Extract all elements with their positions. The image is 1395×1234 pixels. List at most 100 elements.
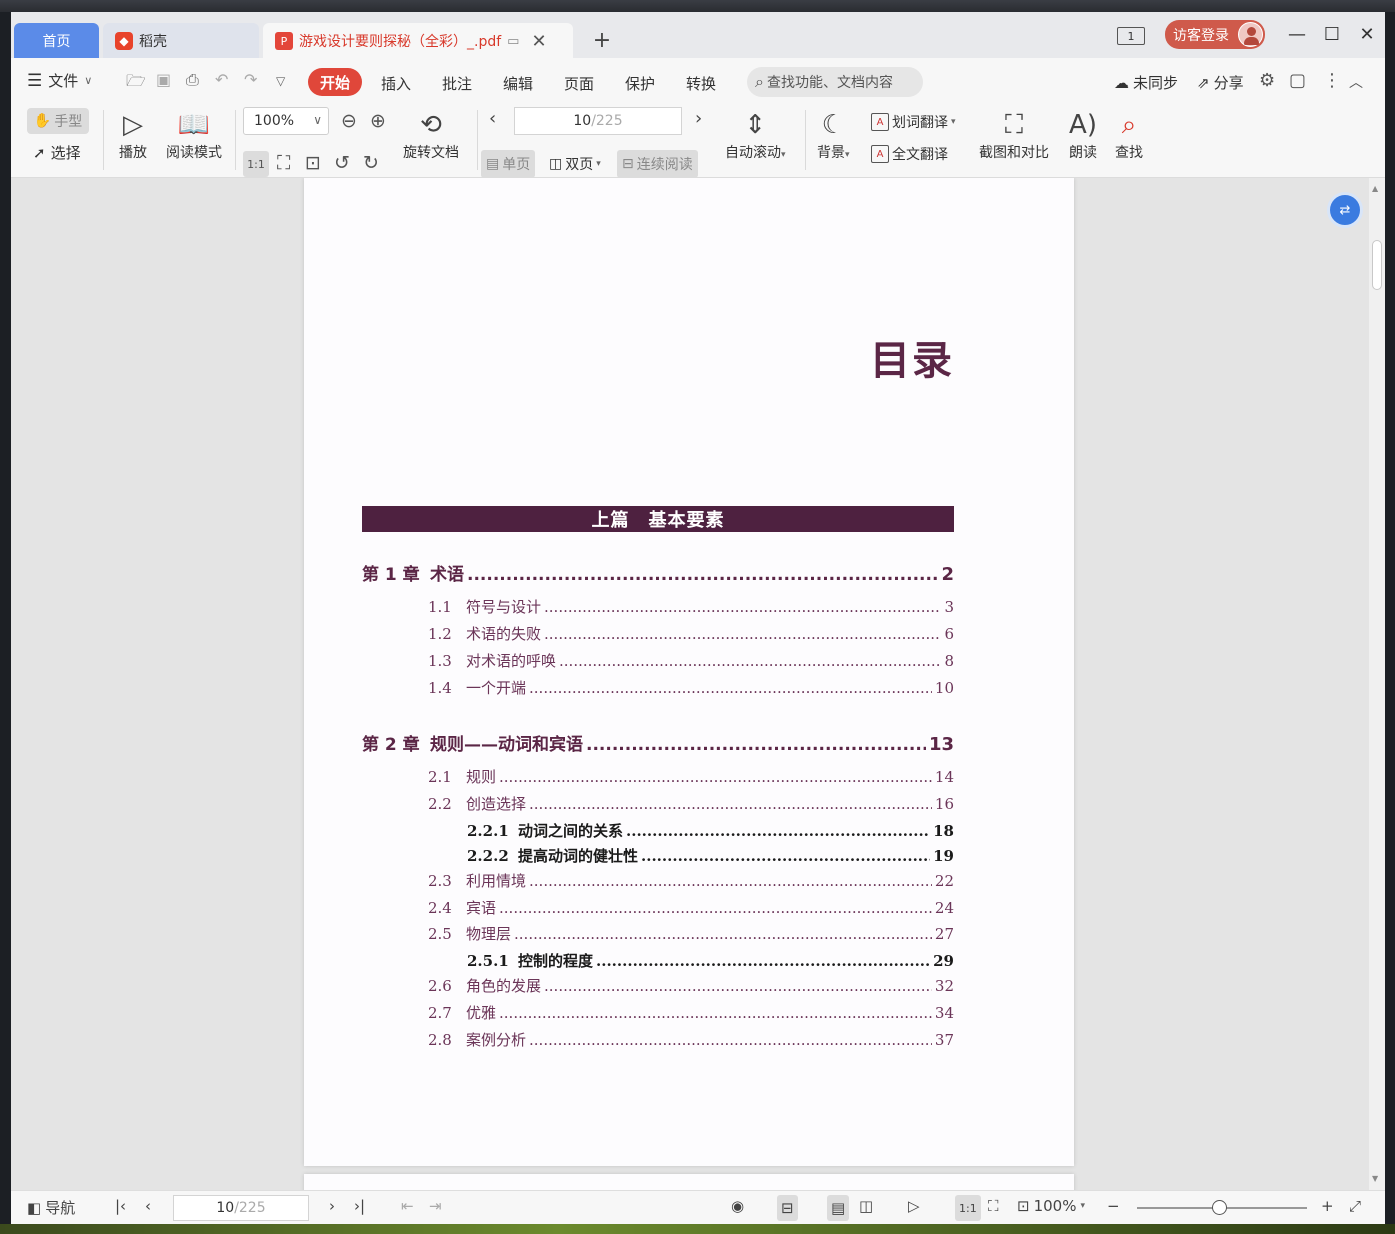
next-page-icon[interactable]: › <box>329 1197 335 1215</box>
more-options-icon[interactable]: ⋮ <box>1323 70 1341 91</box>
zoom-select[interactable]: 100% ∨ <box>243 107 329 135</box>
new-tab-button[interactable]: + <box>589 26 615 54</box>
scroll-down-icon[interactable]: ▼ <box>1372 1174 1378 1183</box>
toc-section[interactable]: 2.6 角色的发展 32 <box>428 975 954 996</box>
tab-annotate[interactable]: 批注 <box>442 73 472 94</box>
play-button[interactable]: ▷ 播放 <box>119 108 147 162</box>
maximize-icon[interactable]: ☐ <box>1320 22 1344 46</box>
tab-insert[interactable]: 插入 <box>381 73 411 94</box>
previous-page-icon[interactable]: ‹ <box>145 1197 151 1215</box>
double-page-button[interactable]: ◫ 双页 ▾ <box>544 150 606 178</box>
comment-icon[interactable]: ▢ <box>1289 70 1306 91</box>
navigation-pane-button[interactable]: ◧ 导航 <box>27 1197 75 1218</box>
next-page-icon[interactable]: › <box>695 108 702 129</box>
continuous-read-button[interactable]: ⊟ 连续阅读 <box>617 150 698 178</box>
toc-subsection[interactable]: 2.5.1 控制的程度 29 <box>467 950 954 971</box>
toc-section[interactable]: 1.4 一个开端 10 <box>428 677 954 698</box>
back-icon[interactable]: ⇤ <box>401 1197 414 1215</box>
scroll-up-icon[interactable]: ▲ <box>1372 184 1378 193</box>
open-folder-icon[interactable]: 🗁 <box>126 70 146 97</box>
word-translate-button[interactable]: A 划词翻译 ▾ <box>871 112 956 132</box>
settings-gear-icon[interactable]: ⚙ <box>1259 70 1275 91</box>
tab-start[interactable]: 开始 <box>308 68 362 96</box>
zoom-in-icon[interactable]: ⊕ <box>370 110 386 132</box>
zoom-out-icon[interactable]: − <box>1107 1197 1120 1215</box>
floating-convert-icon[interactable]: ⇄ <box>1327 192 1363 228</box>
tab-convert[interactable]: 转换 <box>686 73 716 94</box>
full-translate-button[interactable]: A 全文翻译 <box>871 144 948 164</box>
rotate-document-button[interactable]: ⟲ 旋转文档 <box>403 108 459 162</box>
tab-edit[interactable]: 编辑 <box>503 73 533 94</box>
toc-section[interactable]: 1.1 符号与设计 3 <box>428 596 954 617</box>
document-viewport[interactable]: 目录 上篇 基本要素 第 1 章 术语 2 1.1 符号与设计 3 1.2 术语… <box>11 178 1369 1190</box>
select-tool-button[interactable]: ➚ 选择 <box>33 142 81 163</box>
toc-section[interactable]: 2.8 案例分析 37 <box>428 1029 954 1050</box>
zoom-in-icon[interactable]: + <box>1321 1197 1334 1215</box>
toc-chapter-2[interactable]: 第 2 章 规则——动词和宾语 13 <box>362 730 954 755</box>
continuous-scroll-icon[interactable]: ⊟ <box>777 1195 798 1221</box>
rotate-right-icon[interactable]: ↻ <box>363 152 379 174</box>
tab-protect[interactable]: 保护 <box>625 73 655 94</box>
window-count-icon[interactable]: 1 <box>1117 27 1145 45</box>
eye-protection-icon[interactable]: ◉ <box>731 1197 744 1215</box>
actual-size-button[interactable]: 1:1 <box>955 1195 981 1221</box>
toc-section[interactable]: 2.4 宾语 24 <box>428 897 954 918</box>
read-mode-button[interactable]: 📖 阅读模式 <box>166 108 222 162</box>
quick-access-dropdown-icon[interactable]: ▽ <box>276 74 285 88</box>
forward-icon[interactable]: ⇥ <box>429 1197 442 1215</box>
tab-daoke[interactable]: ◆ 稻壳 <box>103 23 259 59</box>
toc-section[interactable]: 2.2 创造选择 16 <box>428 793 954 814</box>
read-aloud-button[interactable]: A) 朗读 <box>1069 108 1097 162</box>
toc-section[interactable]: 1.3 对术语的呼唤 8 <box>428 650 954 671</box>
zoom-slider-handle[interactable] <box>1212 1200 1227 1215</box>
file-menu[interactable]: ☰ 文件 ∨ <box>27 70 92 91</box>
last-page-icon[interactable]: ›| <box>354 1197 365 1215</box>
play-icon[interactable]: ▷ <box>908 1197 920 1215</box>
print-icon[interactable]: ⎙ <box>186 70 199 90</box>
toc-section[interactable]: 2.3 利用情境 22 <box>428 870 954 891</box>
close-tab-icon[interactable]: ✕ <box>531 31 546 52</box>
first-page-icon[interactable]: |‹ <box>115 1197 126 1215</box>
single-page-view-icon[interactable]: ▤ <box>827 1195 850 1221</box>
toc-section[interactable]: 1.2 术语的失败 6 <box>428 623 954 644</box>
status-page-input[interactable]: 10/225 <box>173 1195 309 1221</box>
find-button[interactable]: ⌕ 查找 <box>1115 108 1143 162</box>
minimize-icon[interactable]: — <box>1285 22 1309 46</box>
background-button[interactable]: ☾ 背景▾ <box>817 108 850 162</box>
collapse-ribbon-icon[interactable]: ︿ <box>1349 72 1363 92</box>
screenshot-compare-button[interactable]: ⛶ 截图和对比 <box>979 108 1049 162</box>
scrollbar-thumb[interactable] <box>1372 240 1382 290</box>
fit-page-icon[interactable]: ⛶ <box>988 1197 999 1215</box>
toc-section[interactable]: 2.1 规则 14 <box>428 766 954 787</box>
rotate-left-icon[interactable]: ↺ <box>334 152 350 174</box>
toc-subsection[interactable]: 2.2.1 动词之间的关系 18 <box>467 820 954 841</box>
redo-icon[interactable]: ↷ <box>244 70 257 89</box>
tab-home[interactable]: 首页 <box>14 23 99 59</box>
zoom-out-icon[interactable]: ⊖ <box>341 110 357 132</box>
tab-page[interactable]: 页面 <box>564 73 594 94</box>
guest-login-button[interactable]: 访客登录 <box>1165 20 1265 49</box>
previous-page-icon[interactable]: ‹ <box>489 108 496 129</box>
toc-subsection[interactable]: 2.2.2 提高动词的健壮性 19 <box>467 845 954 866</box>
toc-chapter-1[interactable]: 第 1 章 术语 2 <box>362 560 954 585</box>
vertical-scrollbar[interactable]: ▲ ▼ <box>1369 178 1385 1190</box>
page-number-input[interactable]: 10/225 <box>514 107 682 135</box>
close-window-icon[interactable]: ✕ <box>1355 22 1379 46</box>
tab-document[interactable]: P 游戏设计要则探秘（全彩）_.pdf ▭ ✕ <box>263 23 573 59</box>
double-page-view-icon[interactable]: ◫ <box>859 1197 873 1215</box>
save-icon[interactable]: ▣ <box>156 70 171 89</box>
feature-search-input[interactable]: ⌕ 查找功能、文档内容 <box>747 67 923 97</box>
fullscreen-icon[interactable]: ⤢ <box>1349 1197 1361 1215</box>
single-page-button[interactable]: ▤ 单页 <box>481 150 536 178</box>
undo-icon[interactable]: ↶ <box>215 70 228 89</box>
fit-width-icon[interactable]: ⊡ <box>305 152 321 174</box>
hand-tool-button[interactable]: ✋ 手型 <box>27 108 89 134</box>
fit-page-icon[interactable]: ⛶ <box>277 152 290 174</box>
auto-scroll-button[interactable]: ⇕ 自动滚动▾ <box>725 108 786 162</box>
zoom-dropdown[interactable]: ⊡ 100% ▾ <box>1017 1197 1085 1215</box>
sync-button[interactable]: ☁ 未同步 <box>1114 72 1178 93</box>
actual-size-button[interactable]: 1:1 <box>243 151 269 177</box>
share-button[interactable]: ⇗ 分享 <box>1197 72 1244 93</box>
toc-section[interactable]: 2.7 优雅 34 <box>428 1002 954 1023</box>
toc-section[interactable]: 2.5 物理层 27 <box>428 923 954 944</box>
